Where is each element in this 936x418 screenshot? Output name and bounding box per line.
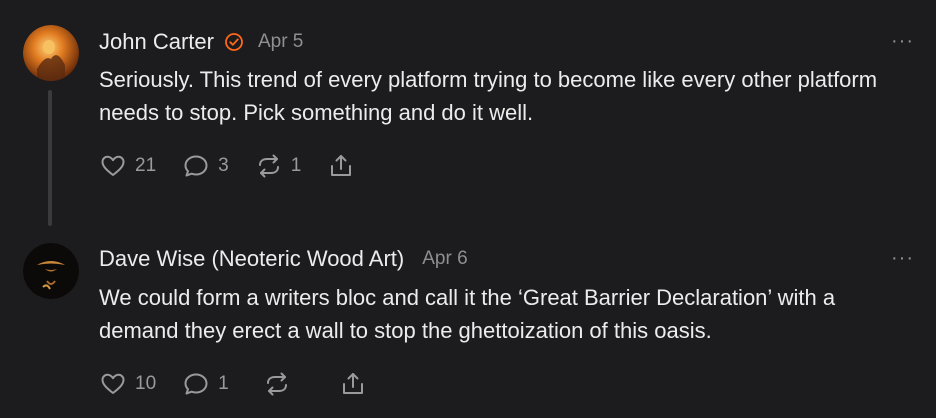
heart-icon: [101, 373, 125, 394]
post-header: John Carter Apr 5: [99, 27, 303, 57]
like-button[interactable]: 10: [99, 370, 156, 398]
verified-badge-icon: [225, 33, 243, 51]
post-date[interactable]: Apr 5: [258, 31, 303, 53]
thread-line: [48, 90, 52, 226]
post-date[interactable]: Apr 6: [422, 248, 467, 270]
share-button[interactable]: [339, 370, 367, 398]
author-name[interactable]: Dave Wise (Neoteric Wood Art): [99, 246, 404, 272]
heart-icon: [101, 155, 125, 176]
share-icon: [331, 155, 352, 176]
post-text: Seriously. This trend of every platform …: [99, 67, 878, 125]
post-header: Dave Wise (Neoteric Wood Art) Apr 6: [99, 244, 468, 274]
author-name[interactable]: John Carter: [99, 29, 214, 55]
post-text: We could form a writers bloc and call it…: [99, 285, 836, 343]
share-icon: [342, 373, 363, 394]
restack-icon: [258, 154, 279, 178]
comment-count: 3: [218, 155, 229, 176]
share-button[interactable]: [327, 152, 355, 180]
more-options-icon[interactable]: ···: [891, 30, 914, 53]
comment-button[interactable]: 3: [182, 152, 229, 180]
comment-icon: [184, 373, 208, 395]
restack-icon: [266, 372, 287, 396]
like-count: 21: [135, 155, 157, 176]
more-options-icon[interactable]: ···: [891, 247, 914, 270]
restack-button[interactable]: 1: [255, 152, 302, 180]
post-actions: 10 1: [99, 370, 393, 398]
restack-count: 1: [290, 155, 302, 176]
post-actions: 21 3 1: [99, 152, 381, 180]
like-count: 10: [135, 373, 157, 394]
comment-button[interactable]: 1: [182, 370, 229, 398]
comment-count: 1: [218, 373, 229, 394]
restack-button[interactable]: [263, 370, 299, 398]
comment-icon: [184, 155, 208, 177]
avatar-john-carter[interactable]: [23, 25, 79, 81]
like-button[interactable]: 21: [99, 152, 156, 180]
avatar-dave-wise[interactable]: [23, 243, 79, 299]
